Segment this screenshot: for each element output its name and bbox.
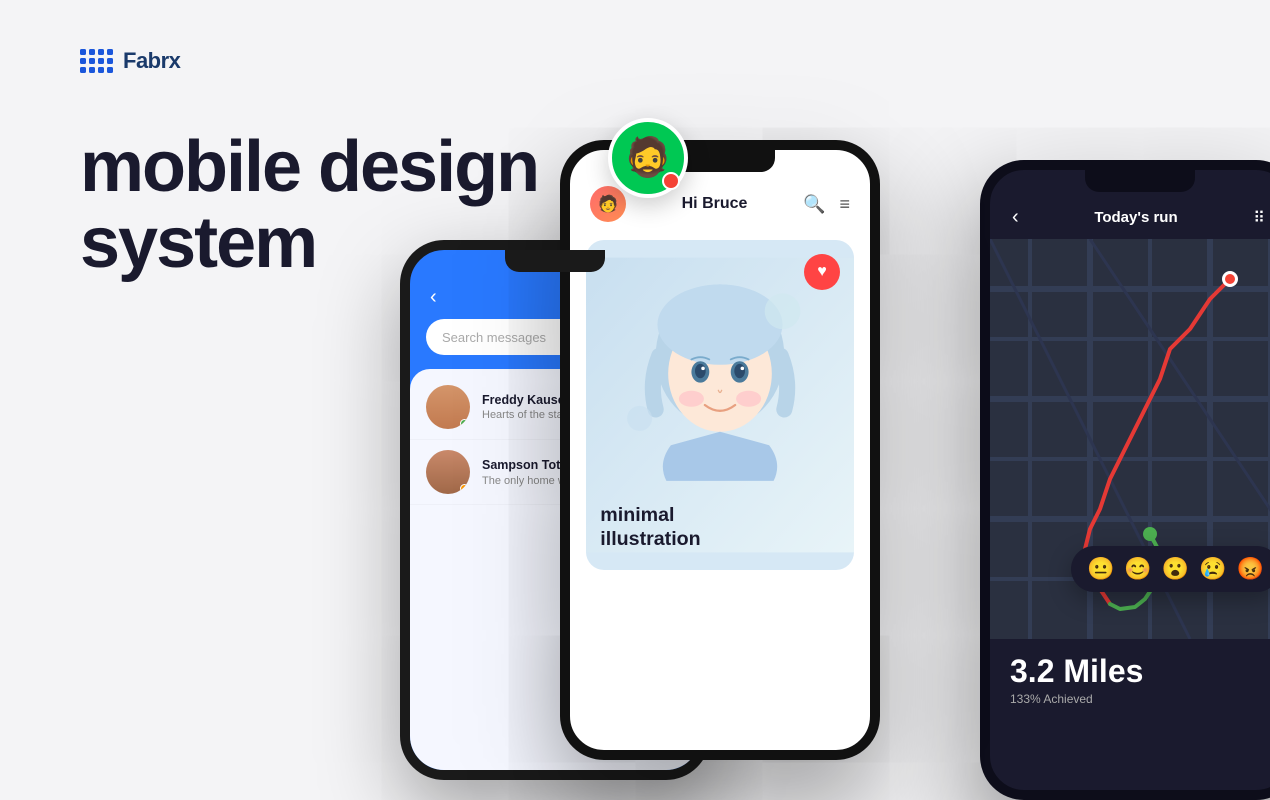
logo-area: Fabrx	[80, 48, 180, 74]
emoji-reaction-bar: 😐 😊 😮 😢 😡	[1071, 546, 1270, 592]
sad-emoji[interactable]: 😢	[1199, 556, 1226, 582]
more-options-icon[interactable]: ⠿	[1253, 208, 1268, 228]
fabrx-logo-icon	[80, 49, 113, 73]
phone3-notch	[1085, 170, 1195, 192]
run-title: Today's run	[1094, 209, 1177, 226]
feature-card[interactable]: ♥	[586, 240, 854, 570]
angry-emoji[interactable]: 😡	[1237, 556, 1264, 582]
avatar	[426, 385, 470, 429]
neutral-emoji[interactable]: 😐	[1087, 556, 1114, 582]
phones-area: ‹ ⚙ Search messages 🔍 Freddy Kauschke He…	[340, 0, 1270, 760]
header-icons: 🔍 ≡	[803, 194, 850, 215]
distance-label: 3.2 Miles	[1010, 653, 1270, 690]
phone3-header: ‹ Today's run ⠿	[990, 192, 1270, 239]
search-icon[interactable]: 🔍	[803, 194, 825, 215]
happy-emoji[interactable]: 😊	[1124, 556, 1151, 582]
avatar-badge	[662, 172, 680, 190]
svg-text:minimal: minimal	[600, 504, 674, 526]
phone1-notch	[505, 250, 605, 272]
search-placeholder: Search messages	[442, 330, 546, 345]
status-indicator	[460, 484, 469, 493]
greeting-text: Hi Bruce	[682, 195, 748, 213]
logo-text: Fabrx	[123, 48, 180, 74]
fitness-stats: 3.2 Miles 133% Achieved	[990, 639, 1270, 720]
online-indicator	[460, 419, 469, 428]
svg-text:illustration: illustration	[600, 528, 700, 550]
surprised-emoji[interactable]: 😮	[1162, 556, 1189, 582]
menu-icon[interactable]: ≡	[839, 194, 850, 215]
back-icon[interactable]: ‹	[430, 286, 437, 309]
floating-avatar: 🧔	[608, 118, 688, 198]
fitness-phone: ‹ Today's run ⠿	[980, 160, 1270, 800]
user-avatar: 🧑	[590, 186, 626, 222]
social-phone: 🧑 Hi Bruce 🔍 ≡ ♥	[560, 140, 880, 760]
back-icon[interactable]: ‹	[1012, 206, 1019, 229]
avatar	[426, 450, 470, 494]
like-button[interactable]: ♥	[804, 254, 840, 290]
achieved-label: 133% Achieved	[1010, 692, 1270, 706]
